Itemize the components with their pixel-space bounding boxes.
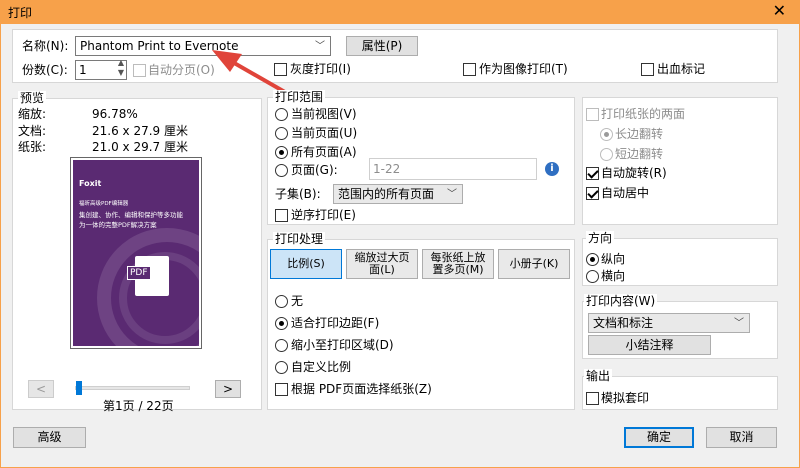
print-content-value: 文档和标注 — [593, 316, 654, 330]
auto-rotate-label: 自动旋转(R) — [601, 166, 667, 180]
reverse-checkbox[interactable] — [275, 209, 288, 222]
shrink-label: 缩小至打印区域(D) — [291, 338, 394, 352]
summarize-comments-button[interactable]: 小结注释 — [588, 335, 711, 355]
thumb-heading: 福昕高级PDF编辑器 — [79, 201, 129, 207]
landscape-label: 横向 — [601, 269, 626, 283]
foxit-logo: Foxit — [79, 179, 102, 188]
next-page-button[interactable]: > — [215, 380, 241, 398]
collate-checkbox[interactable] — [133, 64, 146, 77]
print-content-legend: 打印内容(W) — [584, 294, 658, 308]
tab-multiple-pages[interactable]: 每张纸上放置多页(M) — [422, 249, 494, 279]
both-sides-checkbox[interactable] — [586, 108, 599, 121]
custom-scale-label: 自定义比例 — [291, 360, 352, 374]
tab-oversize-label: 缩放过大页面(L) — [354, 251, 410, 276]
window-title: 打印 — [8, 6, 33, 20]
advanced-button[interactable]: 高级 — [13, 427, 86, 448]
auto-rotate-checkbox[interactable] — [586, 167, 599, 180]
paper-size: 21.0 x 29.7 厘米 — [92, 140, 188, 154]
auto-center-checkbox[interactable] — [586, 187, 599, 200]
fit-margins-radio[interactable] — [275, 317, 288, 330]
pages-radio[interactable] — [275, 164, 288, 177]
copies-label: 份数(C): — [22, 63, 68, 77]
page-indicator: 第1页 / 22页 — [103, 399, 174, 413]
close-icon[interactable]: ✕ — [773, 1, 786, 21]
paper-by-pdf-checkbox[interactable] — [275, 383, 288, 396]
preview-legend: 预览 — [18, 91, 47, 105]
reverse-label: 逆序打印(E) — [291, 208, 356, 222]
thumb-line2: 为一体的完整PDF解决方案 — [79, 221, 157, 229]
thumb-line1: 集创建、协作、编辑和保护等多功能 — [79, 211, 183, 219]
document-size: 21.6 x 27.9 厘米 — [92, 124, 188, 138]
scale-none-label: 无 — [291, 294, 304, 308]
tab-scale-label: 比例(S) — [287, 257, 325, 270]
scale-none-radio[interactable] — [275, 295, 288, 308]
shrink-radio[interactable] — [275, 339, 288, 352]
current-view-label: 当前视图(V) — [291, 107, 357, 121]
title-bar: 打印 ✕ — [0, 0, 800, 24]
simulate-overprint-checkbox[interactable] — [586, 392, 599, 405]
portrait-label: 纵向 — [601, 252, 626, 266]
tab-booklet[interactable]: 小册子(K) — [498, 249, 570, 279]
pdf-file-icon: PDF — [127, 256, 169, 296]
subset-label: 子集(B): — [275, 187, 321, 201]
custom-scale-radio[interactable] — [275, 361, 288, 374]
print-content-select[interactable]: 文档和标注 ﹀ — [588, 313, 750, 333]
current-page-radio[interactable] — [275, 127, 288, 140]
simulate-overprint-label: 模拟套印 — [601, 391, 650, 405]
landscape-radio[interactable] — [586, 270, 599, 283]
pages-input[interactable]: 1-22 — [369, 158, 537, 180]
copies-value: 1 — [79, 63, 87, 77]
pages-label: 页面(G): — [291, 163, 338, 177]
zoom-label: 缩放: — [18, 107, 47, 121]
copies-input[interactable]: 1 ▲ ▼ — [75, 58, 127, 80]
orientation-legend: 方向 — [586, 231, 615, 245]
copies-stepper-icon[interactable]: ▲ ▼ — [118, 58, 124, 78]
both-sides-label: 打印纸张的两面 — [601, 107, 686, 121]
print-range-legend: 打印范围 — [273, 90, 326, 104]
subset-select[interactable]: 范围内的所有页面 ﹀ — [333, 184, 463, 204]
long-edge-label: 长边翻转 — [615, 127, 664, 141]
short-edge-label: 短边翻转 — [615, 147, 664, 161]
prev-page-button[interactable]: < — [28, 380, 54, 398]
chevron-down-icon: ﹀ — [447, 189, 457, 200]
tab-booklet-label: 小册子(K) — [509, 257, 559, 270]
paper-label: 纸张: — [18, 140, 47, 154]
slider-thumb[interactable] — [76, 381, 82, 395]
page-thumbnail: Foxit 福昕高级PDF编辑器 集创建、协作、编辑和保护等多功能 为一体的完整… — [70, 157, 202, 349]
paper-by-pdf-label: 根据 PDF页面选择纸张(Z) — [291, 382, 432, 396]
print-handling-legend: 打印处理 — [273, 232, 326, 246]
all-pages-radio[interactable] — [275, 146, 288, 159]
short-edge-radio[interactable] — [600, 148, 613, 161]
info-icon[interactable]: i — [545, 162, 559, 176]
bleed-marks-checkbox[interactable] — [641, 63, 654, 76]
current-view-radio[interactable] — [275, 108, 288, 121]
tab-scale[interactable]: 比例(S) — [270, 249, 342, 279]
output-legend: 输出 — [584, 369, 613, 383]
document-label: 文档: — [18, 124, 47, 138]
tab-multiple-pages-label: 每张纸上放置多页(M) — [430, 251, 486, 276]
chevron-down-icon: ﹀ — [734, 318, 744, 329]
current-page-label: 当前页面(U) — [291, 126, 358, 140]
ok-button[interactable]: 确定 — [624, 427, 694, 448]
zoom-value: 96.78% — [92, 107, 138, 121]
printer-name-label: 名称(N): — [22, 39, 69, 53]
bleed-marks-label: 出血标记 — [657, 62, 706, 76]
page-slider[interactable] — [75, 381, 190, 395]
printer-panel: 名称(N): Phantom Print to Evernote ﹀ 属性(P)… — [12, 29, 778, 83]
pages-input-placeholder: 1-22 — [373, 162, 401, 176]
print-as-image-label: 作为图像打印(T) — [479, 62, 568, 76]
long-edge-radio[interactable] — [600, 128, 613, 141]
fit-margins-label: 适合打印边距(F) — [291, 316, 380, 330]
print-as-image-checkbox[interactable] — [463, 63, 476, 76]
portrait-radio[interactable] — [586, 253, 599, 266]
subset-select-value: 范围内的所有页面 — [338, 187, 435, 201]
all-pages-label: 所有页面(A) — [291, 145, 357, 159]
auto-center-label: 自动居中 — [601, 186, 650, 200]
pdf-badge: PDF — [127, 266, 151, 280]
thumbnail-cover: Foxit 福昕高级PDF编辑器 集创建、协作、编辑和保护等多功能 为一体的完整… — [73, 160, 199, 346]
tab-oversize[interactable]: 缩放过大页面(L) — [346, 249, 418, 279]
cancel-button[interactable]: 取消 — [706, 427, 777, 448]
